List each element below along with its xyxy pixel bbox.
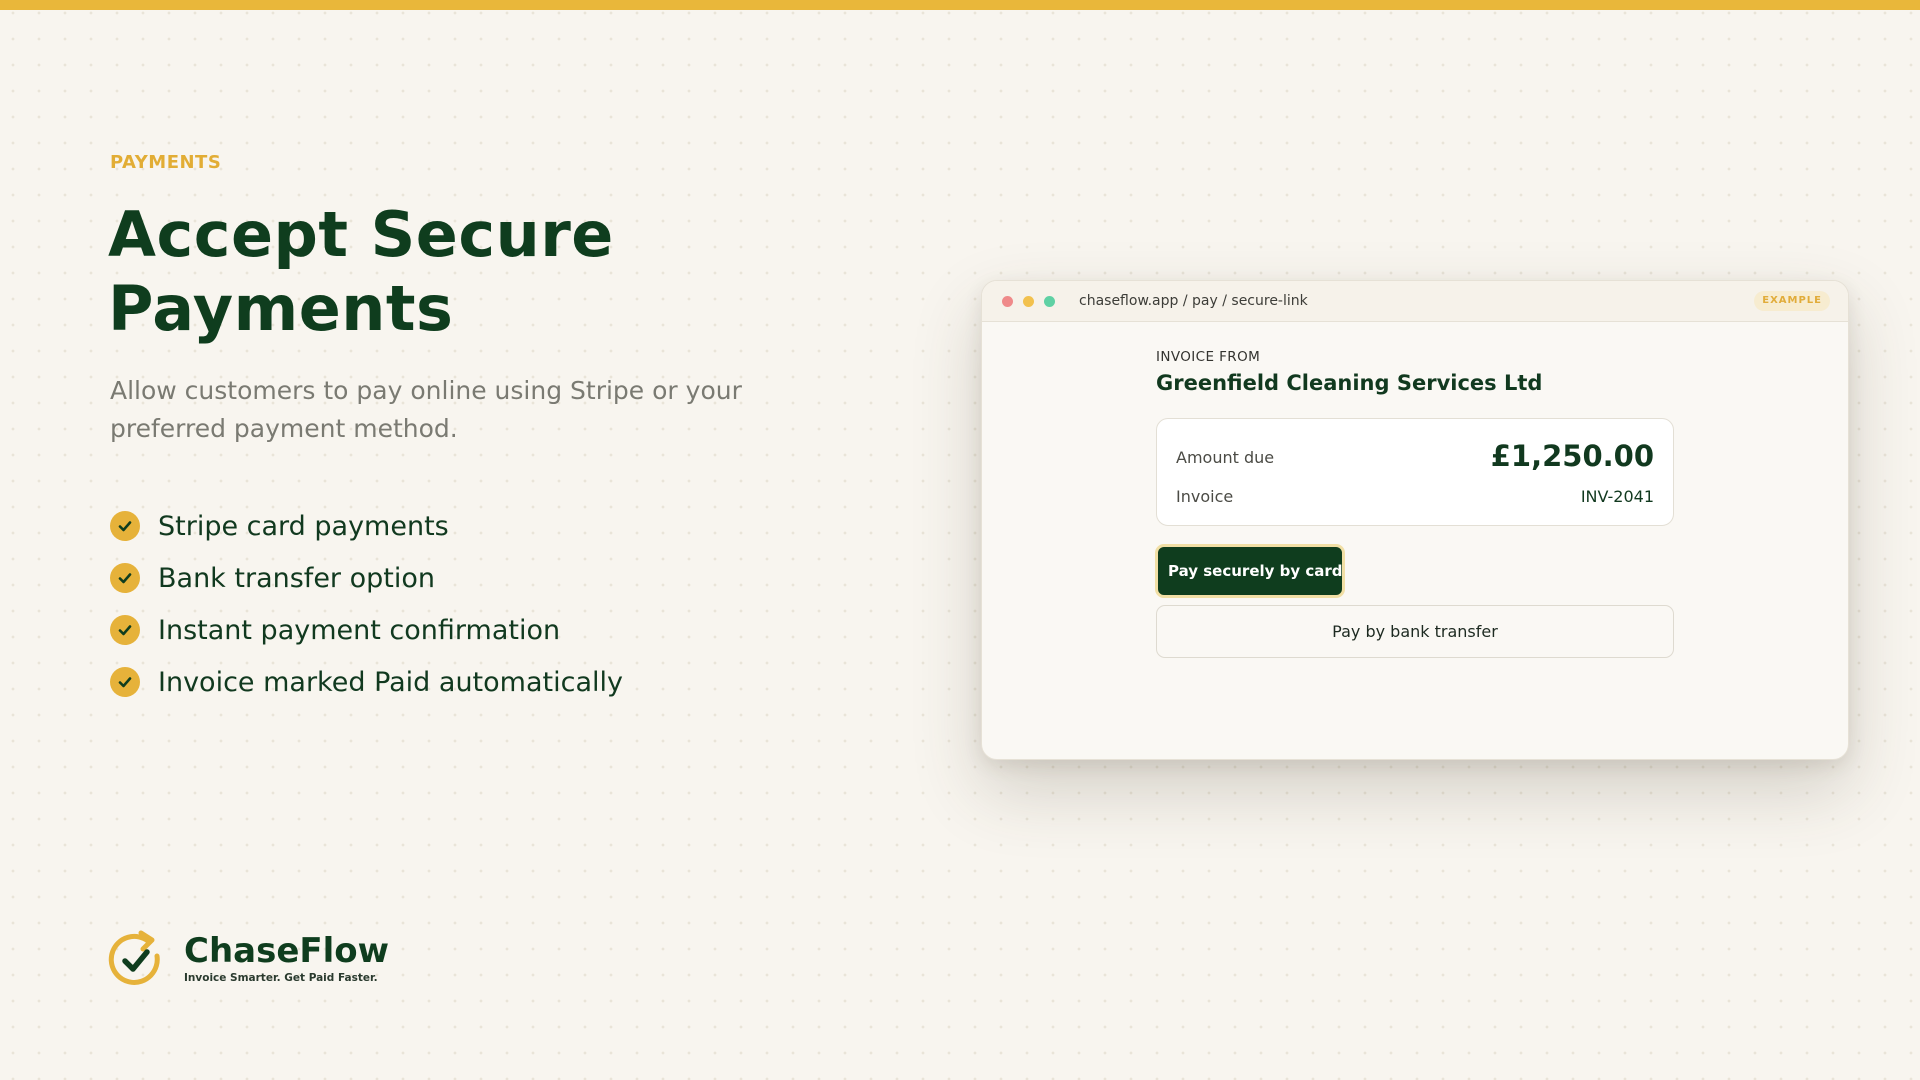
pay-by-bank-transfer-button[interactable]: Pay by bank transfer (1156, 605, 1674, 658)
page-title: Accept Secure Payments (108, 198, 614, 345)
pay-by-card-button[interactable]: Pay securely by card (1155, 544, 1345, 598)
payment-page-mockup: chaseflow.app / pay / secure-link EXAMPL… (981, 280, 1849, 760)
feature-item: Instant payment confirmation (110, 604, 623, 656)
amount-summary-card: Amount due £1,250.00 Invoice INV-2041 (1156, 418, 1674, 526)
feature-list: Stripe card payments Bank transfer optio… (110, 500, 623, 708)
check-circle-icon (110, 511, 140, 541)
feature-label: Stripe card payments (158, 510, 449, 542)
address-bar-url[interactable]: chaseflow.app / pay / secure-link (1079, 293, 1308, 309)
browser-toolbar: chaseflow.app / pay / secure-link EXAMPL… (982, 281, 1848, 322)
check-circle-icon (110, 563, 140, 593)
example-badge: EXAMPLE (1754, 291, 1830, 311)
feature-item: Invoice marked Paid automatically (110, 656, 623, 708)
brand-text: ChaseFlow Invoice Smarter. Get Paid Fast… (184, 932, 389, 984)
feature-item: Bank transfer option (110, 552, 623, 604)
window-close-dot (1002, 295, 1013, 307)
section-eyebrow: PAYMENTS (110, 152, 222, 173)
brand-name: ChaseFlow (184, 931, 390, 971)
invoice-from-label: INVOICE FROM (1156, 349, 1261, 365)
check-circle-icon (110, 667, 140, 697)
feature-label: Bank transfer option (158, 562, 435, 594)
page-subtitle: Allow customers to pay online using Stri… (110, 376, 742, 443)
feature-label: Instant payment confirmation (158, 614, 561, 646)
check-circle-icon (110, 615, 140, 645)
brand-tagline: Invoice Smarter. Get Paid Faster. (184, 972, 378, 984)
window-minimize-dot (1023, 295, 1034, 307)
pay-by-card-label: Pay securely by card (1168, 562, 1343, 580)
invoice-number-value: INV-2041 (1580, 487, 1654, 506)
refresh-check-icon (108, 930, 160, 985)
feature-label: Invoice marked Paid automatically (158, 666, 623, 698)
invoice-number-label: Invoice (1176, 487, 1234, 506)
top-accent-bar (0, 0, 1920, 10)
invoice-company-name: Greenfield Cleaning Services Ltd (1156, 371, 1543, 395)
amount-due-label: Amount due (1176, 448, 1275, 467)
pay-by-bank-transfer-label: Pay by bank transfer (1332, 622, 1498, 641)
window-maximize-dot (1044, 295, 1055, 307)
feature-item: Stripe card payments (110, 500, 623, 552)
brand-logo: ChaseFlow Invoice Smarter. Get Paid Fast… (108, 928, 389, 988)
amount-due-value: £1,250.00 (1490, 439, 1654, 473)
